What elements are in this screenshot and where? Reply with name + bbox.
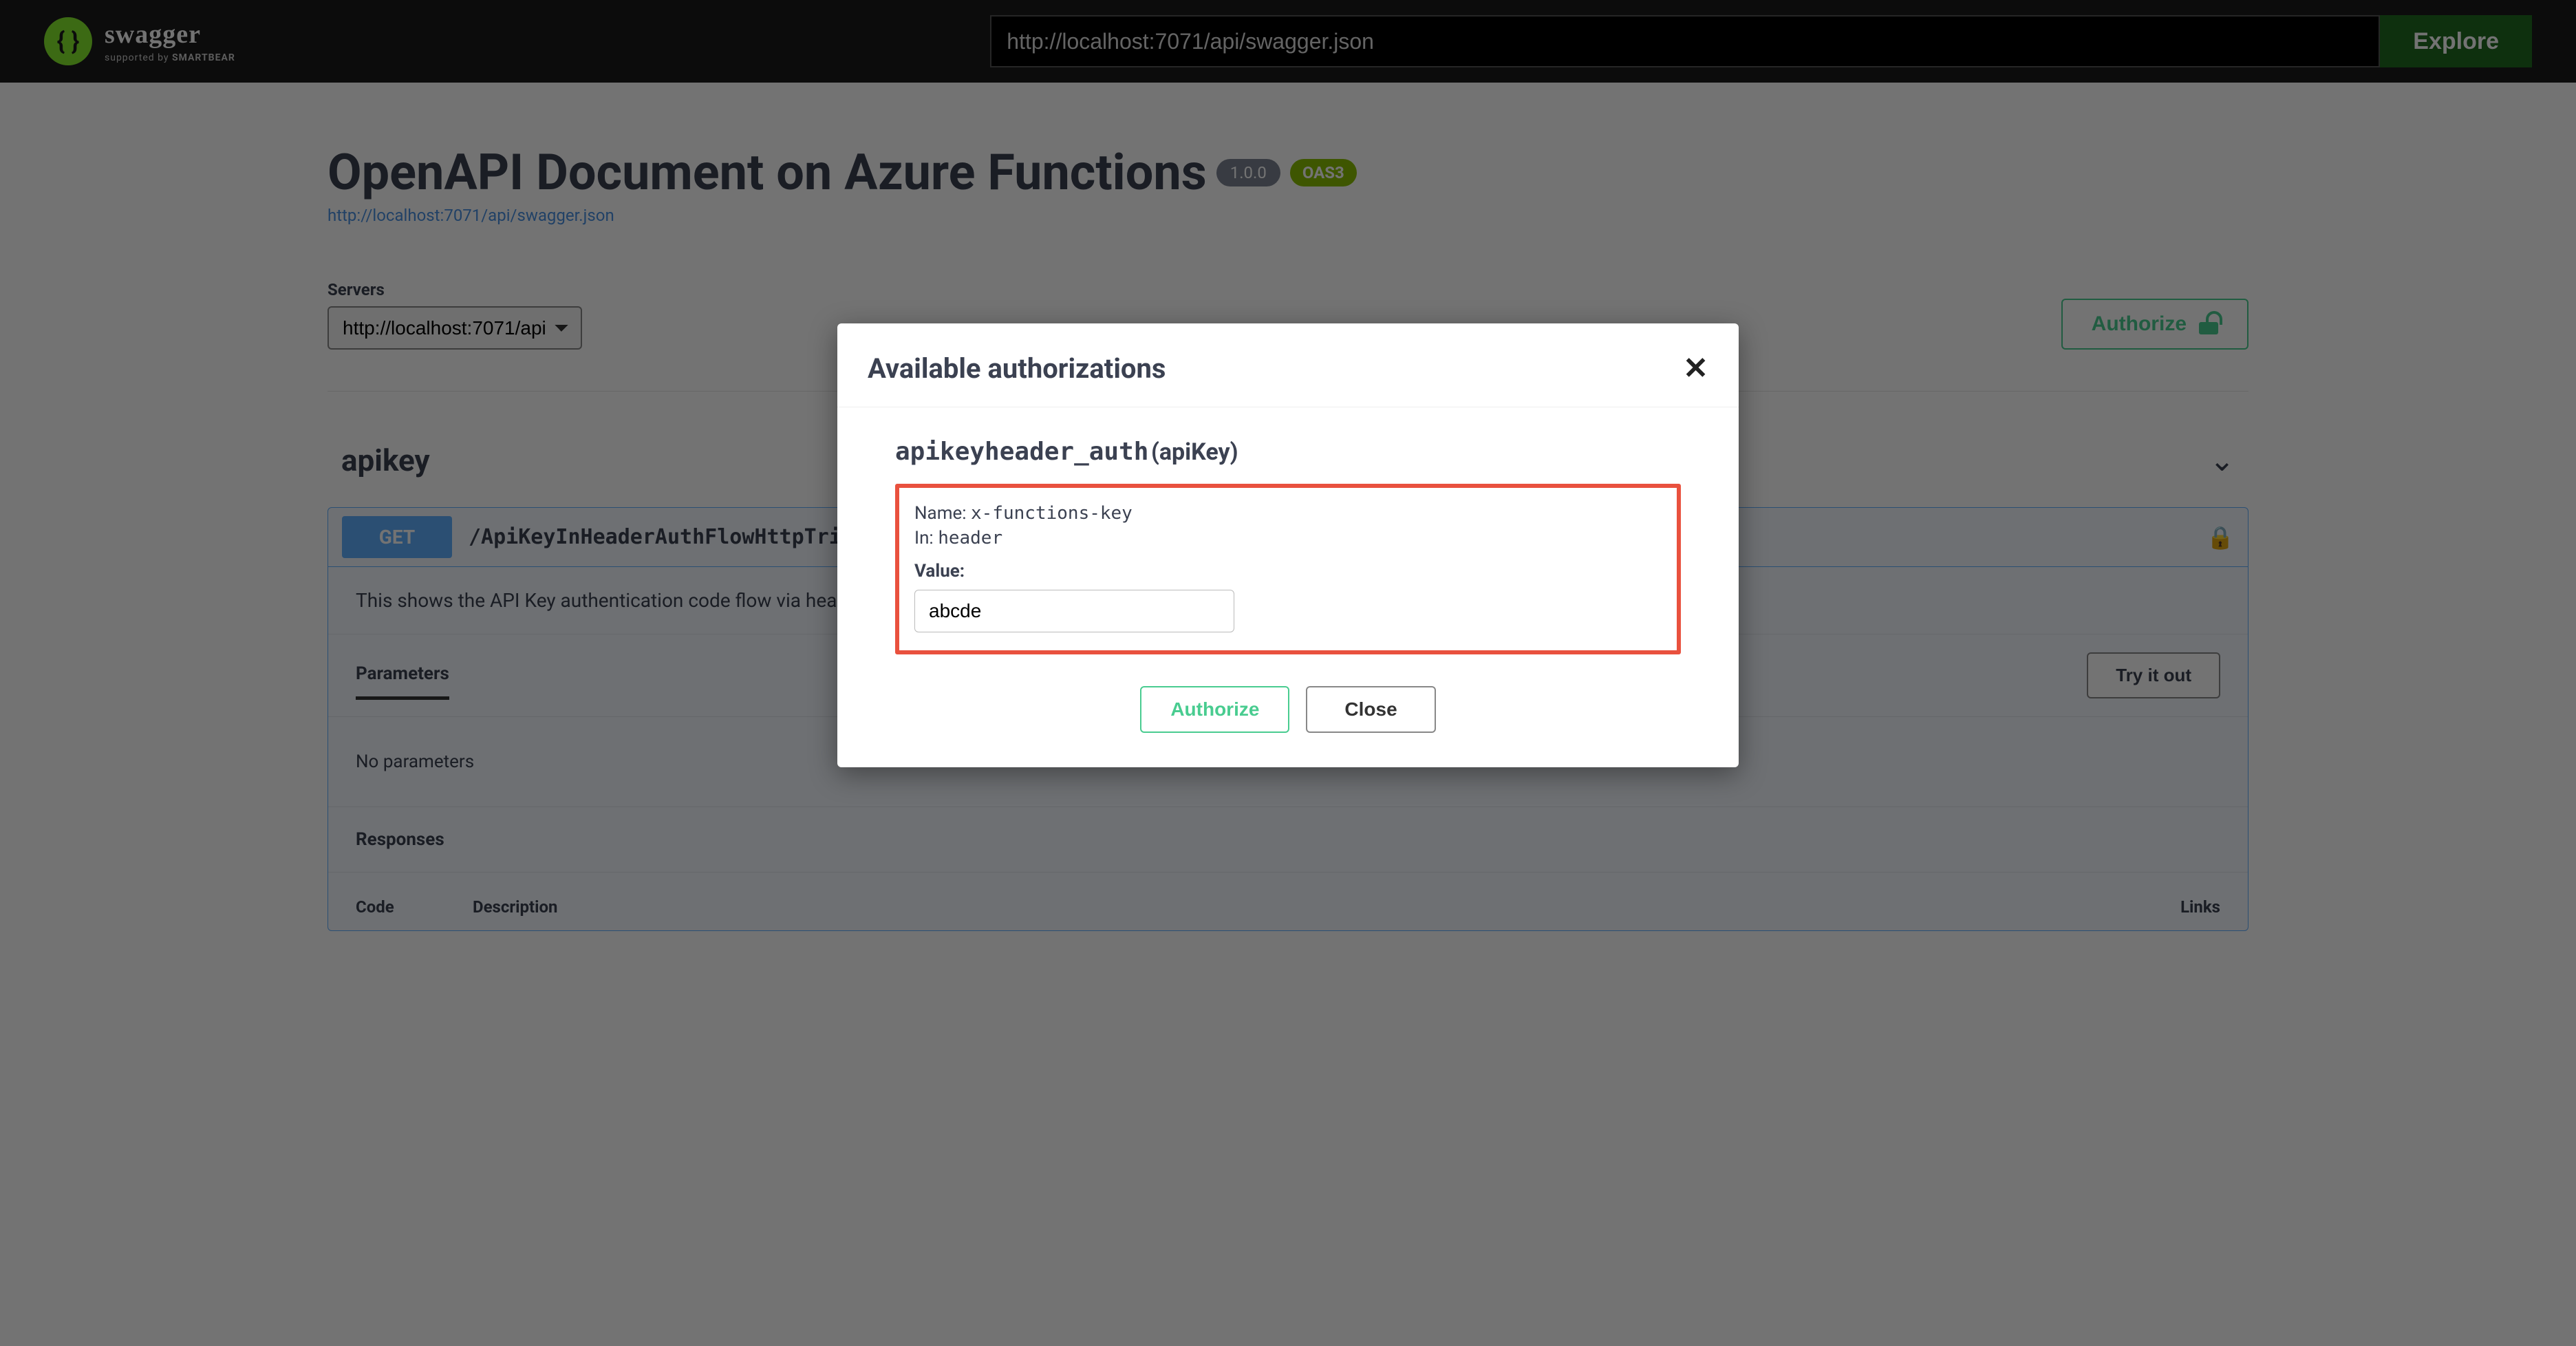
modal-authorize-button[interactable]: Authorize [1140, 686, 1289, 733]
modal-close-button[interactable]: Close [1306, 686, 1435, 733]
modal-title: Available authorizations [868, 352, 1166, 385]
auth-in-row: In: header [914, 528, 1662, 548]
auth-details-highlight: Name: x-functions-key In: header Value: [895, 484, 1681, 654]
auth-scheme-heading: apikeyheader_auth (apiKey) [895, 438, 1681, 466]
close-icon[interactable]: ✕ [1683, 351, 1708, 386]
modal-header: Available authorizations ✕ [837, 323, 1739, 407]
auth-scheme-name: apikeyheader_auth [895, 438, 1148, 466]
modal-actions: Authorize Close [895, 686, 1681, 733]
auth-scheme-type: (apiKey) [1151, 438, 1238, 466]
modal-body: apikeyheader_auth (apiKey) Name: x-funct… [837, 407, 1739, 767]
modal-overlay[interactable]: Available authorizations ✕ apikeyheader_… [0, 0, 2576, 1346]
auth-name-row: Name: x-functions-key [914, 503, 1662, 524]
auth-value-label: Value: [914, 561, 1662, 581]
auth-value-input[interactable] [914, 590, 1234, 632]
auth-modal: Available authorizations ✕ apikeyheader_… [837, 323, 1739, 767]
